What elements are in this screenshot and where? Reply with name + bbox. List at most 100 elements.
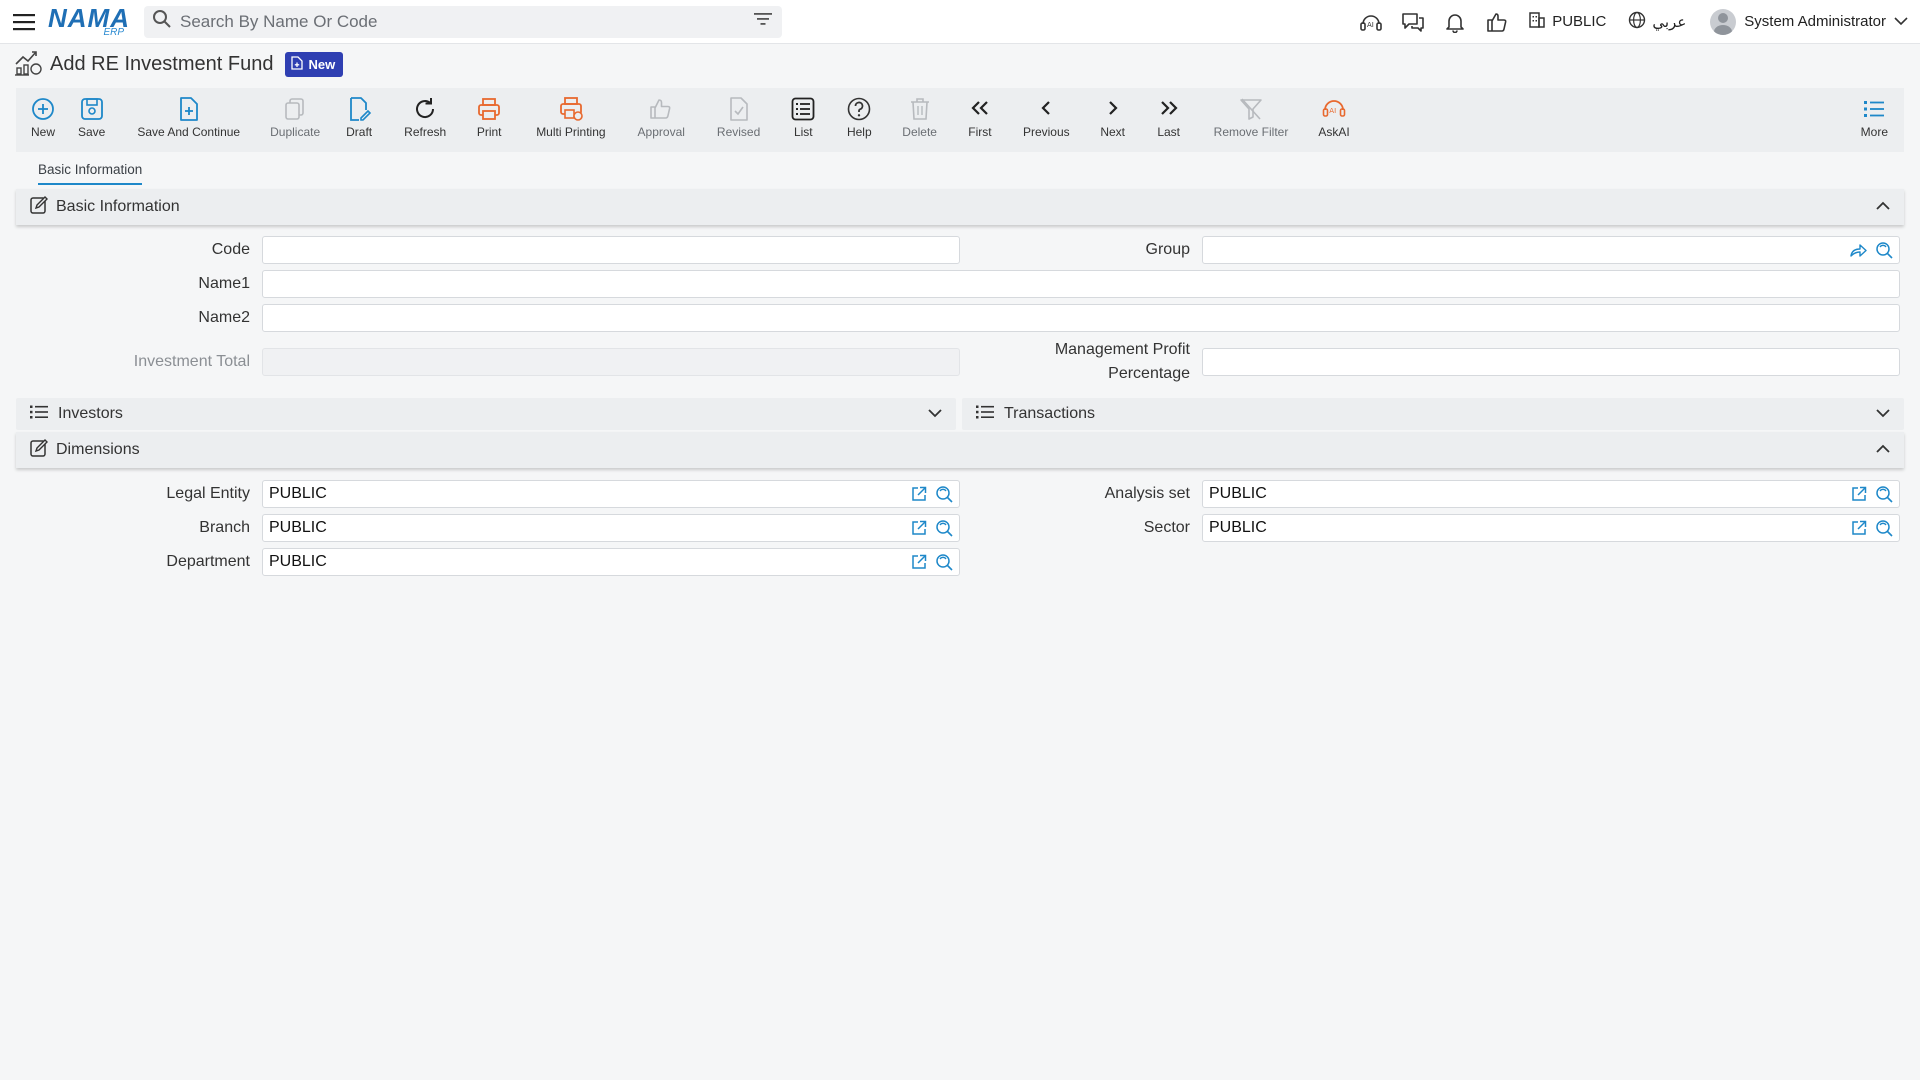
new-button[interactable]: New xyxy=(24,88,62,152)
status-badge-label: New xyxy=(308,56,336,72)
edit-icon xyxy=(30,438,48,462)
previous-button[interactable]: Previous xyxy=(1017,88,1076,152)
save-label: Save xyxy=(78,125,106,139)
multi-printing-label: Multi Printing xyxy=(536,125,606,139)
user-menu[interactable]: System Administrator xyxy=(1710,8,1908,35)
print-button[interactable]: Print xyxy=(470,88,508,152)
draft-button[interactable]: Draft xyxy=(340,88,378,152)
revised-button[interactable]: Revised xyxy=(711,88,766,152)
lookup-search-icon[interactable] xyxy=(935,485,953,503)
branch-row: Branch PUBLIC xyxy=(16,514,960,542)
first-button[interactable]: First xyxy=(961,88,999,152)
external-link-icon[interactable] xyxy=(911,520,927,536)
name2-field[interactable] xyxy=(262,304,1900,332)
tab-basic-information[interactable]: Basic Information xyxy=(38,158,143,185)
name1-field[interactable] xyxy=(262,270,1900,298)
delete-label: Delete xyxy=(902,125,937,139)
multi-printing-button[interactable]: Multi Printing xyxy=(530,88,611,152)
status-badge: New xyxy=(285,51,344,77)
bell-icon[interactable] xyxy=(1434,0,1476,44)
analysis-set-row: Analysis set PUBLIC xyxy=(956,480,1900,508)
remove-filter-label: Remove Filter xyxy=(1213,125,1289,139)
chevron-right-icon xyxy=(1108,101,1118,115)
approval-label: Approval xyxy=(637,125,685,139)
investment-total-label: Investment Total xyxy=(133,353,250,370)
save-button[interactable]: Save xyxy=(72,88,111,152)
language-selector[interactable]: عربي xyxy=(1628,11,1686,33)
external-link-icon[interactable] xyxy=(1851,520,1867,536)
analysis-set-field[interactable]: PUBLIC xyxy=(1202,480,1900,508)
transactions-header[interactable]: Transactions xyxy=(962,398,1904,430)
external-link-icon[interactable] xyxy=(911,486,927,502)
filter-icon[interactable] xyxy=(754,12,772,31)
chevron-down-icon[interactable] xyxy=(928,405,942,423)
list-icon xyxy=(30,404,48,425)
document-plus-icon xyxy=(291,55,304,73)
printer-icon xyxy=(478,98,501,120)
lookup-search-icon[interactable] xyxy=(1875,485,1893,503)
duplicate-button[interactable]: Duplicate xyxy=(264,88,326,152)
delete-button[interactable]: Delete xyxy=(896,88,943,152)
investors-header[interactable]: Investors xyxy=(16,398,956,430)
save-and-continue-button[interactable]: Save And Continue xyxy=(131,88,246,152)
refresh-icon xyxy=(416,98,435,118)
department-value: PUBLIC xyxy=(269,553,327,570)
investment-total-field xyxy=(262,348,960,376)
last-button[interactable]: Last xyxy=(1150,88,1188,152)
investors-title: Investors xyxy=(58,405,123,422)
sector-field[interactable]: PUBLIC xyxy=(1202,514,1900,542)
group-field[interactable] xyxy=(1202,236,1900,264)
remove-filter-button[interactable]: Remove Filter xyxy=(1208,88,1295,152)
lookup-search-icon[interactable] xyxy=(1875,241,1893,259)
ai-assistant-icon[interactable]: AI xyxy=(1350,0,1392,44)
askai-button[interactable]: AI AskAI xyxy=(1312,88,1355,152)
management-profit-field[interactable] xyxy=(1202,348,1900,376)
department-field[interactable]: PUBLIC xyxy=(262,548,960,576)
external-link-icon[interactable] xyxy=(1851,486,1867,502)
lookup-search-icon[interactable] xyxy=(1875,519,1893,537)
edit-icon xyxy=(30,195,48,219)
legal-entity-field[interactable]: PUBLIC xyxy=(262,480,960,508)
thumbs-up-icon[interactable] xyxy=(1476,0,1518,44)
chevron-down-icon[interactable] xyxy=(1876,405,1890,423)
management-profit-row: Management Profit Percentage xyxy=(956,338,1900,386)
list-button[interactable]: List xyxy=(784,88,822,152)
more-button[interactable]: More xyxy=(1855,88,1894,152)
code-label: Code xyxy=(211,241,250,258)
print-label: Print xyxy=(476,125,502,139)
app-logo[interactable]: NAMA ERP xyxy=(48,5,130,38)
chat-icon[interactable] xyxy=(1392,0,1434,44)
branch-field[interactable]: PUBLIC xyxy=(262,514,960,542)
next-button[interactable]: Next xyxy=(1094,88,1132,152)
legal-entity-label: Legal Entity xyxy=(166,485,250,502)
chevron-up-icon[interactable] xyxy=(1876,441,1890,459)
tab-bar: Basic Information xyxy=(38,158,143,188)
trash-icon xyxy=(910,98,929,120)
dimensions-title: Dimensions xyxy=(56,441,140,458)
duplicate-label: Duplicate xyxy=(270,125,321,139)
page-header: Add RE Investment Fund New xyxy=(14,48,344,80)
top-right-actions: AI PUBLIC عربي System Administrator xyxy=(1350,0,1920,44)
lookup-search-icon[interactable] xyxy=(935,519,953,537)
approval-button[interactable]: Approval xyxy=(632,88,691,152)
menu-icon[interactable] xyxy=(0,0,48,44)
code-field[interactable] xyxy=(262,236,960,264)
refresh-button[interactable]: Refresh xyxy=(398,88,452,152)
draft-label: Draft xyxy=(346,125,373,139)
list-icon xyxy=(976,404,994,425)
refresh-label: Refresh xyxy=(404,125,447,139)
company-selector[interactable]: PUBLIC xyxy=(1528,11,1606,33)
global-search xyxy=(144,5,782,38)
basic-information-header[interactable]: Basic Information xyxy=(16,189,1904,225)
search-input[interactable] xyxy=(180,11,754,32)
help-icon xyxy=(847,97,871,121)
chevron-up-icon[interactable] xyxy=(1876,198,1890,216)
help-button[interactable]: Help xyxy=(840,88,878,152)
dimensions-header[interactable]: Dimensions xyxy=(16,432,1904,468)
building-icon xyxy=(1528,11,1546,33)
group-label: Group xyxy=(1145,241,1190,258)
more-list-icon xyxy=(1864,101,1885,117)
lookup-search-icon[interactable] xyxy=(935,553,953,571)
external-link-icon[interactable] xyxy=(911,554,927,570)
share-icon[interactable] xyxy=(1849,242,1867,258)
